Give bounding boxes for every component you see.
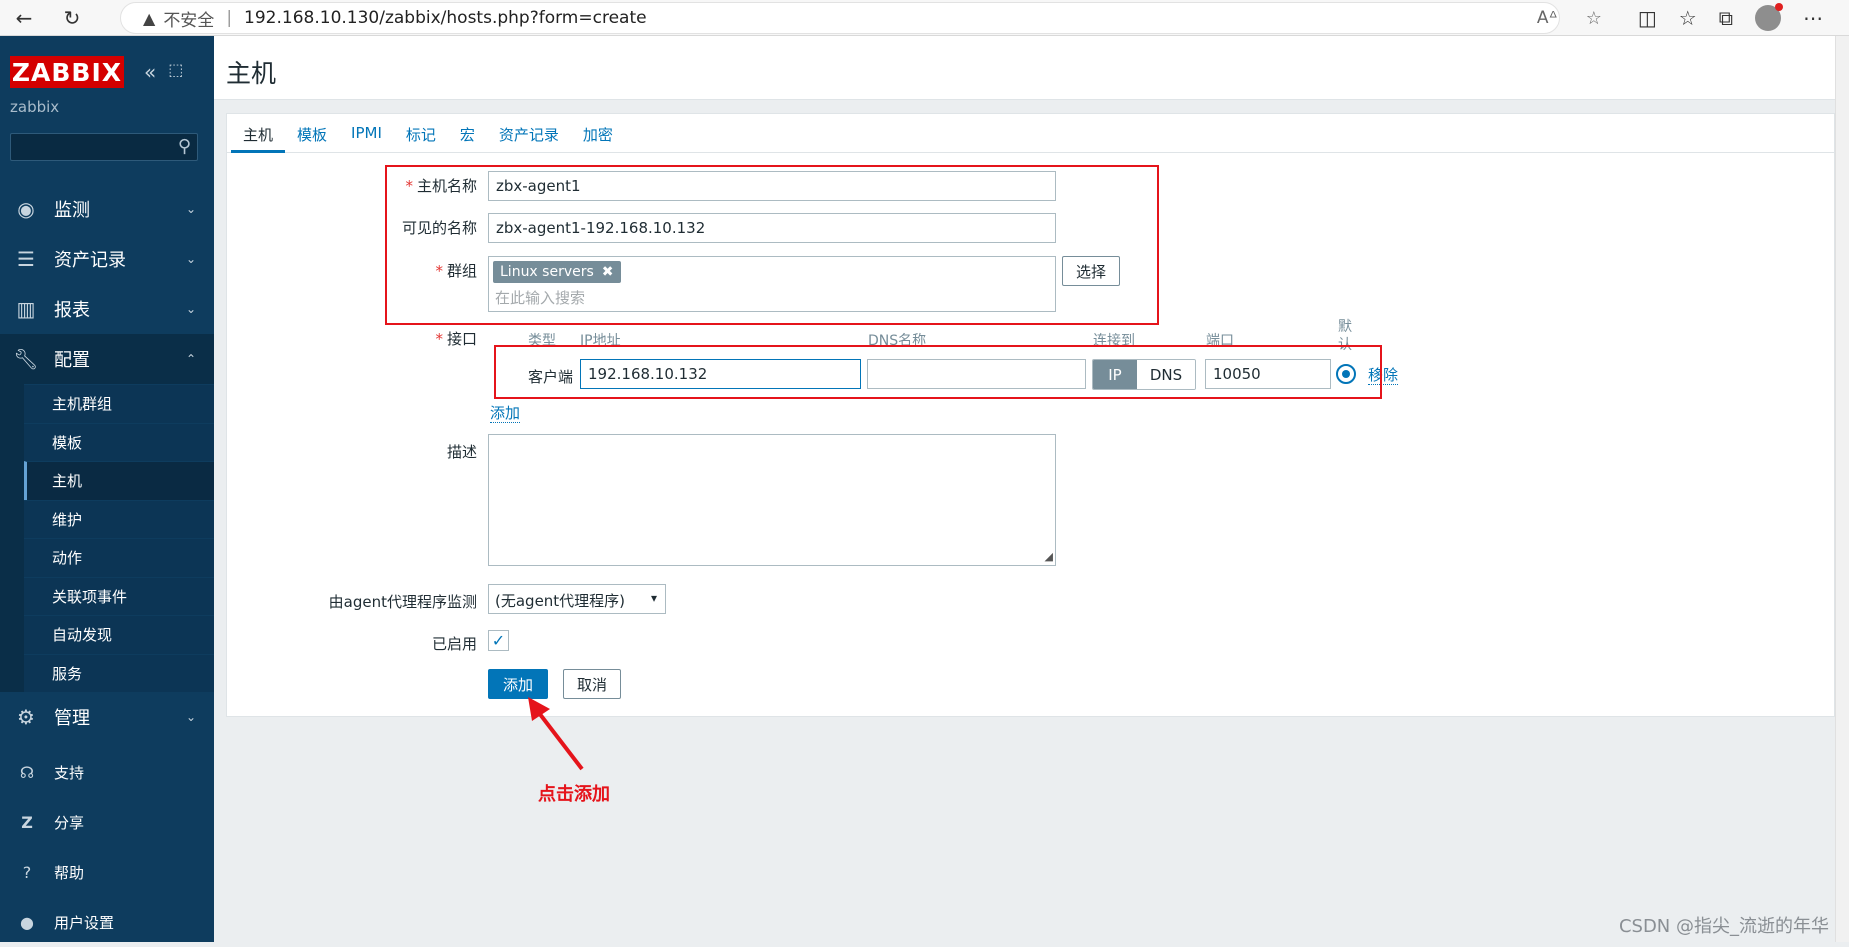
submenu-hosts[interactable]: 主机 xyxy=(24,461,214,500)
page-title: 主机 xyxy=(226,59,277,88)
menu-inventory[interactable]: ☰ 资产记录 ⌄ xyxy=(0,234,214,284)
proxy-label: 由agent代理程序监测 xyxy=(328,593,477,611)
bottom-menu-label: 用户设置 xyxy=(54,913,115,932)
address-separator: | xyxy=(226,8,233,28)
add-interface-link[interactable]: 添加 xyxy=(490,405,521,423)
main-menu: ◉ 监测 ⌄ ☰ 资产记录 ⌄ ▥ 报表 ⌄ 🔧︎ 配置 ⌃ 主机群组 模板 主… xyxy=(0,184,214,742)
annotation-box-host xyxy=(385,165,1159,325)
chevron-down-icon: ⌄ xyxy=(185,252,196,266)
bottom-menu: ☊ 支持 Z 分享 ? 帮助 ● 用户设置 xyxy=(0,747,214,947)
menu-configuration[interactable]: 🔧︎ 配置 ⌃ xyxy=(0,334,214,384)
sidebar-controls: « ⬚ xyxy=(144,60,183,84)
favorite-add-icon[interactable]: ☆ xyxy=(1586,8,1602,29)
bar-chart-icon: ▥ xyxy=(16,297,36,321)
submenu-services[interactable]: 服务 xyxy=(24,653,214,692)
menu-label: 监测 xyxy=(54,200,90,221)
submenu-host-groups[interactable]: 主机群组 xyxy=(24,384,214,423)
sidebar: ZABBIX « ⬚ zabbix ⚲ ◉ 监测 ⌄ ☰ 资产记录 ⌄ ▥ 报表… xyxy=(0,36,214,942)
bottom-menu-label: 分享 xyxy=(54,813,85,832)
headset-icon: ☊ xyxy=(19,762,35,782)
more-menu-icon[interactable]: ⋯ xyxy=(1803,6,1823,30)
menu-help[interactable]: ? 帮助 xyxy=(0,847,214,897)
chevron-down-icon: ⌄ xyxy=(185,202,196,216)
menu-label: 管理 xyxy=(54,708,90,729)
menu-label: 配置 xyxy=(54,350,90,371)
chevron-down-icon: ⌄ xyxy=(185,710,196,724)
user-icon: ● xyxy=(20,912,34,932)
sidebar-search-input[interactable]: ⚲ xyxy=(10,133,198,161)
enabled-label: 已启用 xyxy=(431,635,477,653)
kiosk-mode-icon[interactable]: ⬚ xyxy=(168,60,183,84)
menu-administration[interactable]: ⚙ 管理 ⌄ xyxy=(0,692,214,742)
chevron-down-icon: ⌄ xyxy=(185,302,196,316)
check-icon: ✓ xyxy=(491,631,506,650)
enabled-checkbox[interactable]: ✓ xyxy=(488,630,509,651)
menu-support[interactable]: ☊ 支持 xyxy=(0,747,214,797)
tab-templates[interactable]: 模板 xyxy=(285,114,339,153)
menu-label: 资产记录 xyxy=(54,250,126,271)
submenu-maintenance[interactable]: 维护 xyxy=(24,499,214,538)
watermark: CSDN @指尖_流逝的年华 xyxy=(1618,916,1829,937)
description-textarea[interactable]: ◢ xyxy=(488,434,1056,566)
annotation-click-add: 点击添加 xyxy=(538,784,610,805)
share-z-icon: Z xyxy=(21,812,33,832)
tab-host[interactable]: 主机 xyxy=(231,114,286,153)
menu-monitoring[interactable]: ◉ 监测 ⌄ xyxy=(0,184,214,234)
read-aloud-icon[interactable]: Aᐞ xyxy=(1537,8,1558,28)
split-screen-icon[interactable]: ◫ xyxy=(1638,6,1657,30)
tab-inventory[interactable]: 资产记录 xyxy=(487,114,571,153)
page-header: 主机 xyxy=(214,36,1849,100)
gear-icon: ⚙ xyxy=(17,705,35,729)
required-asterisk: * xyxy=(435,330,443,348)
submenu-event-correlation[interactable]: 关联项事件 xyxy=(24,576,214,615)
search-icon[interactable]: ⚲ xyxy=(178,136,191,157)
browser-toolbar: ← ↻ ▲ 不安全 | 192.168.10.130/zabbix/hosts.… xyxy=(0,0,1849,36)
annotation-arrow-icon xyxy=(528,697,584,771)
browser-actions: Aᐞ ☆ ◫ ☆ ⧉ ⋯ xyxy=(1537,0,1849,36)
bottom-menu-label: 帮助 xyxy=(54,863,85,882)
proxy-select[interactable]: (无agent代理程序) ▾ xyxy=(488,584,666,614)
address-bar[interactable]: ▲ 不安全 | 192.168.10.130/zabbix/hosts.php?… xyxy=(120,2,1560,34)
menu-label: 报表 xyxy=(54,300,90,321)
tab-macros[interactable]: 宏 xyxy=(448,114,487,153)
submenu-templates[interactable]: 模板 xyxy=(24,422,214,461)
scrollbar[interactable] xyxy=(1835,36,1849,942)
submenu-actions[interactable]: 动作 xyxy=(24,538,214,577)
profile-avatar[interactable] xyxy=(1755,3,1783,31)
configuration-submenu: 主机群组 模板 主机 维护 动作 关联项事件 自动发现 服务 xyxy=(0,384,214,692)
help-icon: ? xyxy=(22,862,32,882)
list-icon: ☰ xyxy=(17,247,35,271)
interfaces-label: * 接口 xyxy=(435,330,477,348)
favorites-icon[interactable]: ☆ xyxy=(1679,6,1697,30)
submenu-discovery[interactable]: 自动发现 xyxy=(24,615,214,654)
form-tabs: 主机 模板 IPMI 标记 宏 资产记录 加密 xyxy=(227,114,1834,153)
eye-icon: ◉ xyxy=(17,197,35,221)
reload-icon[interactable]: ↻ xyxy=(58,4,86,32)
warning-icon: ▲ xyxy=(143,8,156,28)
zabbix-logo[interactable]: ZABBIX xyxy=(10,56,124,88)
menu-reports[interactable]: ▥ 报表 ⌄ xyxy=(0,284,214,334)
url-text: 192.168.10.130/zabbix/hosts.php?form=cre… xyxy=(244,8,647,28)
chevron-up-icon: ⌃ xyxy=(185,352,196,366)
menu-user-settings[interactable]: ● 用户设置 xyxy=(0,897,214,947)
resize-grip-icon[interactable]: ◢ xyxy=(1045,550,1053,563)
tab-tags[interactable]: 标记 xyxy=(394,114,448,153)
back-arrow-icon[interactable]: ← xyxy=(10,4,38,32)
chevron-down-icon: ▾ xyxy=(650,591,657,605)
annotation-box-interface xyxy=(494,345,1382,399)
server-name: zabbix xyxy=(10,98,60,116)
bottom-menu-label: 支持 xyxy=(54,763,85,782)
collapse-sidebar-icon[interactable]: « xyxy=(144,60,156,84)
wrench-icon: 🔧︎ xyxy=(13,347,39,371)
tab-encryption[interactable]: 加密 xyxy=(571,114,625,153)
insecure-label: 不安全 xyxy=(163,10,215,31)
tab-ipmi[interactable]: IPMI xyxy=(339,114,394,153)
proxy-selected-value: (无agent代理程序) xyxy=(495,592,626,610)
menu-share[interactable]: Z 分享 xyxy=(0,797,214,847)
collections-icon[interactable]: ⧉ xyxy=(1719,6,1733,30)
description-label: 描述 xyxy=(446,443,477,461)
